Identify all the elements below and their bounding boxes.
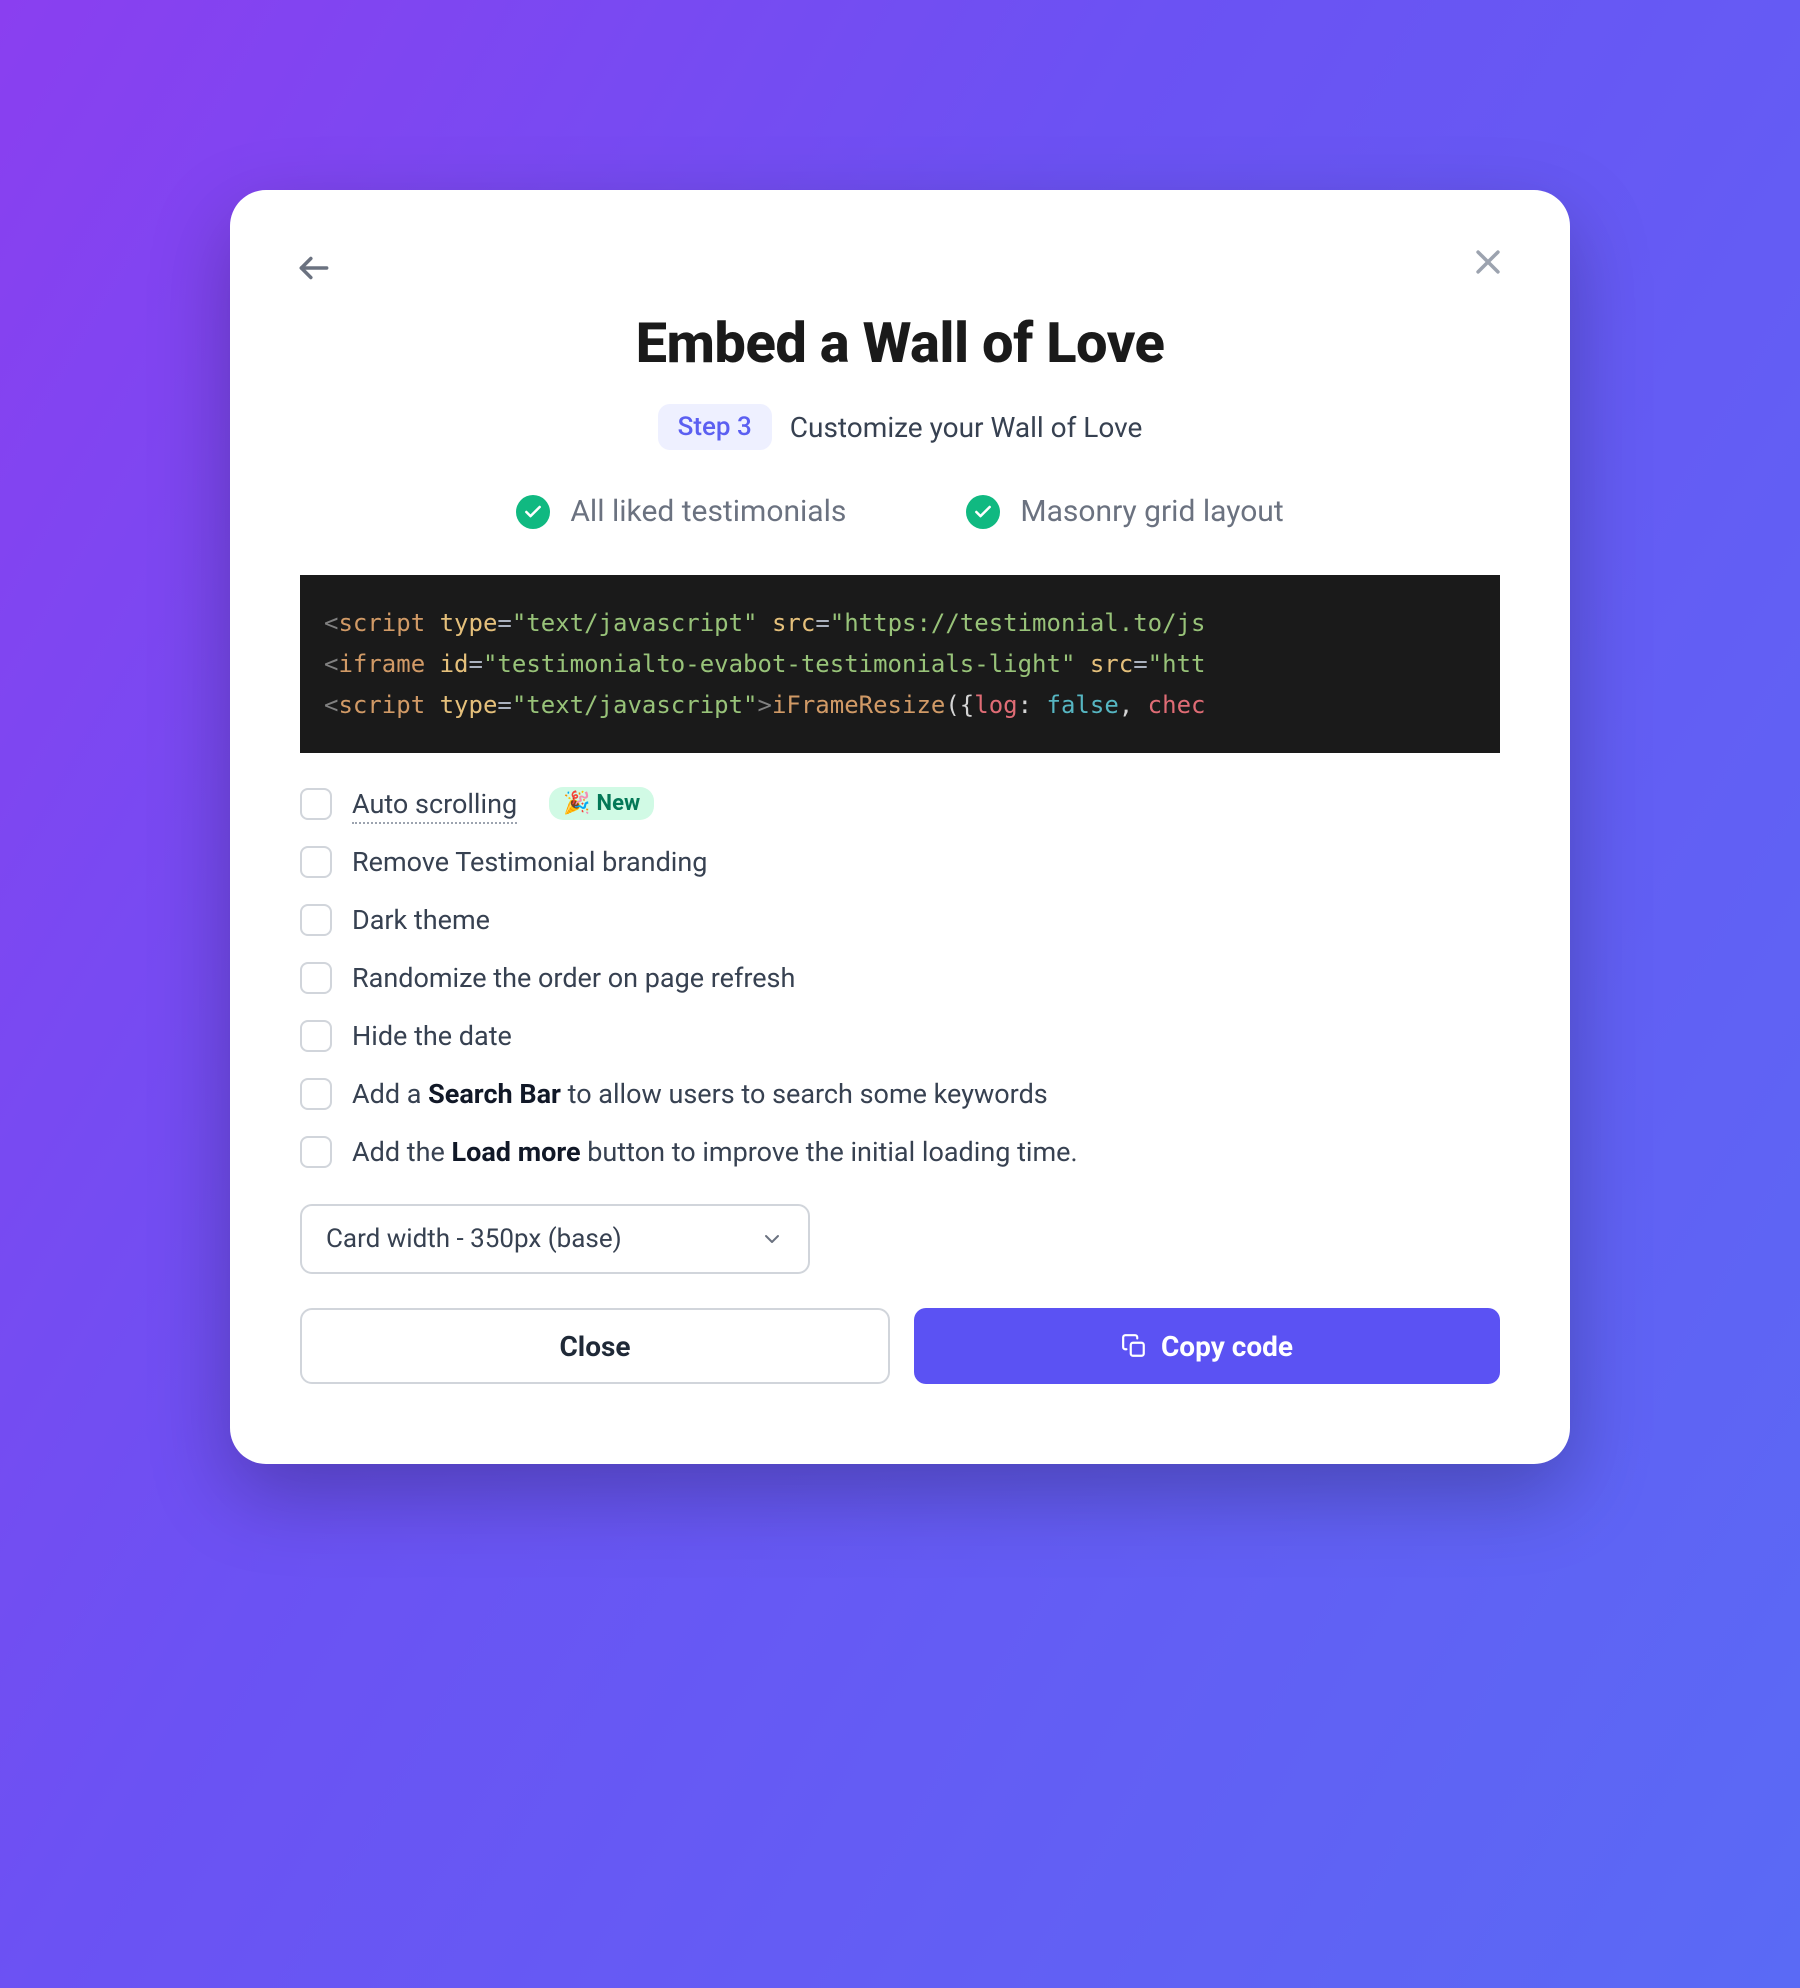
option-label: Remove Testimonial branding: [352, 846, 707, 878]
option-auto-scrolling: Auto scrolling 🎉 New: [300, 787, 1500, 820]
option-label: Dark theme: [352, 904, 490, 936]
checkbox-remove-branding[interactable]: [300, 846, 332, 878]
step-description: Customize your Wall of Love: [790, 411, 1143, 444]
close-button-label: Close: [559, 1330, 630, 1363]
check-circle-icon: [516, 495, 550, 529]
option-label: Add a Search Bar to allow users to searc…: [352, 1078, 1048, 1110]
option-label: Add the Load more button to improve the …: [352, 1136, 1078, 1168]
checkbox-hide-date[interactable]: [300, 1020, 332, 1052]
arrow-left-icon: [295, 249, 333, 287]
check-circle-icon: [966, 495, 1000, 529]
chevron-down-icon: [760, 1227, 784, 1251]
option-label: Randomize the order on page refresh: [352, 962, 795, 994]
option-dark-theme: Dark theme: [300, 904, 1500, 936]
checkbox-auto-scrolling[interactable]: [300, 788, 332, 820]
option-search-bar: Add a Search Bar to allow users to searc…: [300, 1078, 1500, 1110]
button-row: Close Copy code: [300, 1308, 1500, 1384]
code-line-3: <script type="text/javascript">iFrameRes…: [324, 685, 1476, 726]
option-label: Auto scrolling: [352, 788, 517, 820]
confirmation-checks: All liked testimonials Masonry grid layo…: [300, 494, 1500, 529]
modal-header: Embed a Wall of Love Step 3 Customize yo…: [300, 310, 1500, 450]
step-row: Step 3 Customize your Wall of Love: [300, 404, 1500, 450]
check-item-testimonials: All liked testimonials: [516, 494, 846, 529]
new-badge: 🎉 New: [549, 787, 654, 820]
copy-code-button[interactable]: Copy code: [914, 1308, 1500, 1384]
step-badge: Step 3: [658, 404, 772, 450]
checkbox-load-more[interactable]: [300, 1136, 332, 1168]
check-label: Masonry grid layout: [1020, 494, 1283, 529]
checkbox-randomize[interactable]: [300, 962, 332, 994]
code-line-2: <iframe id="testimonialto-evabot-testimo…: [324, 644, 1476, 685]
card-width-select-wrap: Card width - 350px (base): [300, 1204, 810, 1274]
option-hide-date: Hide the date: [300, 1020, 1500, 1052]
checkbox-search-bar[interactable]: [300, 1078, 332, 1110]
code-line-1: <script type="text/javascript" src="http…: [324, 603, 1476, 644]
checkbox-dark-theme[interactable]: [300, 904, 332, 936]
copy-button-label: Copy code: [1161, 1330, 1293, 1363]
modal-title: Embed a Wall of Love: [300, 310, 1500, 376]
option-load-more: Add the Load more button to improve the …: [300, 1136, 1500, 1168]
check-label: All liked testimonials: [570, 494, 846, 529]
select-value: Card width - 350px (base): [326, 1224, 622, 1254]
copy-icon: [1121, 1333, 1147, 1359]
embed-modal: Embed a Wall of Love Step 3 Customize yo…: [230, 190, 1570, 1464]
close-modal-button[interactable]: Close: [300, 1308, 890, 1384]
close-button[interactable]: [1464, 238, 1512, 286]
option-randomize: Randomize the order on page refresh: [300, 962, 1500, 994]
embed-code-block[interactable]: <script type="text/javascript" src="http…: [300, 575, 1500, 753]
option-remove-branding: Remove Testimonial branding: [300, 846, 1500, 878]
check-item-layout: Masonry grid layout: [966, 494, 1283, 529]
card-width-select[interactable]: Card width - 350px (base): [300, 1204, 810, 1274]
options-list: Auto scrolling 🎉 New Remove Testimonial …: [300, 787, 1500, 1168]
party-popper-icon: 🎉: [563, 791, 590, 816]
close-icon: [1471, 245, 1505, 279]
option-label: Hide the date: [352, 1020, 512, 1052]
back-button[interactable]: [290, 244, 338, 292]
